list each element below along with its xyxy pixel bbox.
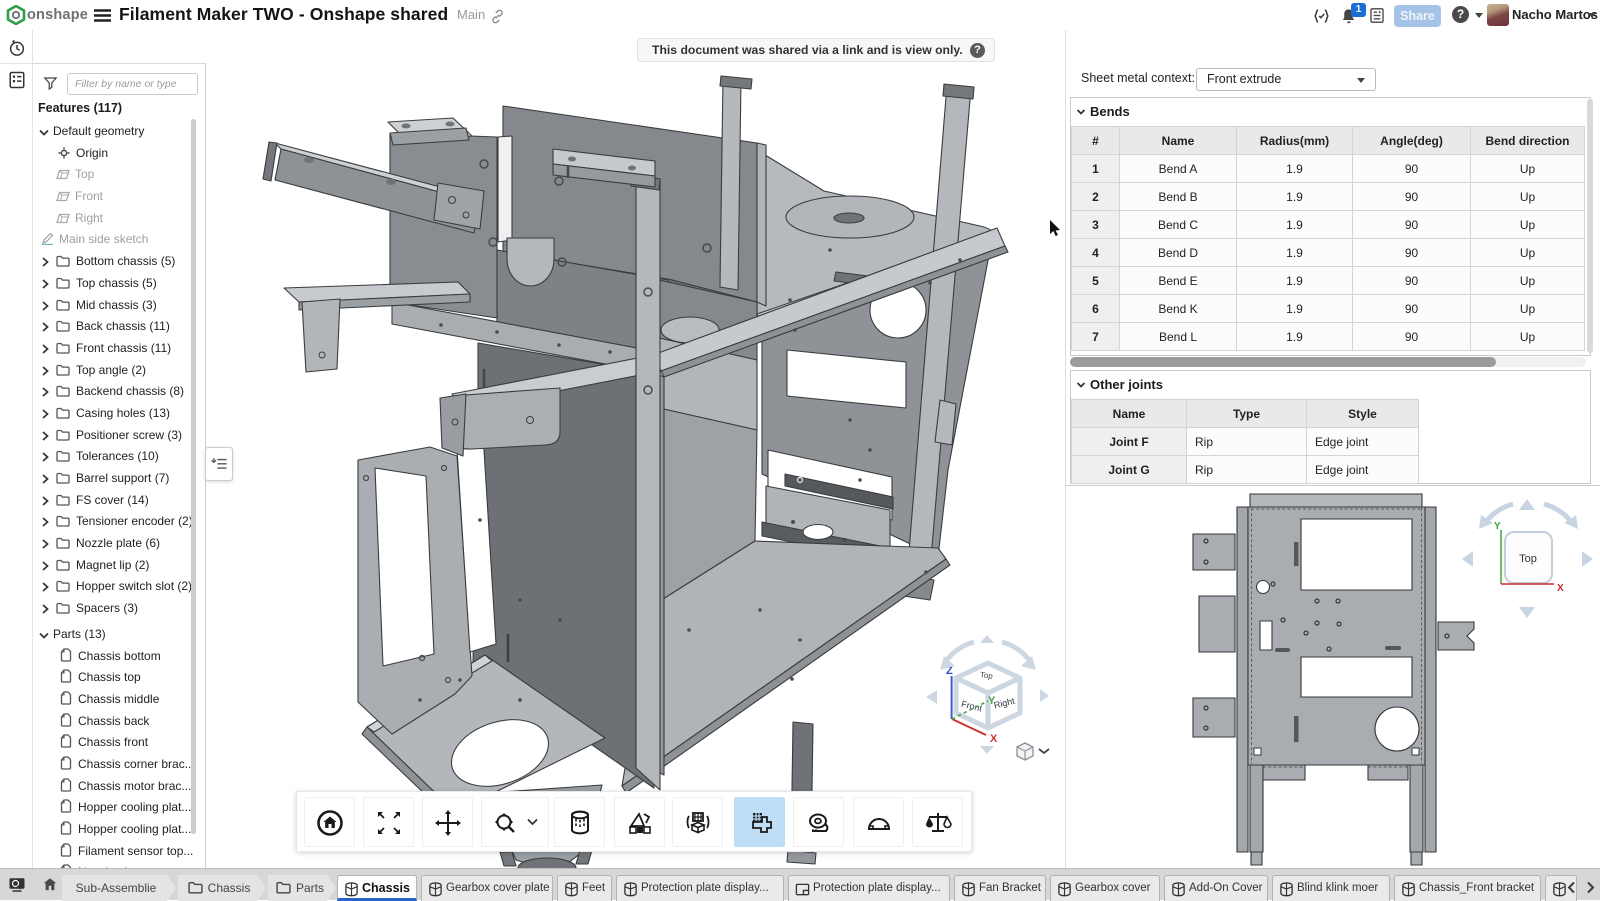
svg-text:X: X xyxy=(990,733,998,745)
svg-text:Top: Top xyxy=(979,670,994,681)
svg-text:Y: Y xyxy=(1494,521,1501,532)
svg-text:X: X xyxy=(1557,583,1564,594)
svg-text:Y: Y xyxy=(988,695,996,707)
svg-text:Top: Top xyxy=(1519,553,1537,565)
